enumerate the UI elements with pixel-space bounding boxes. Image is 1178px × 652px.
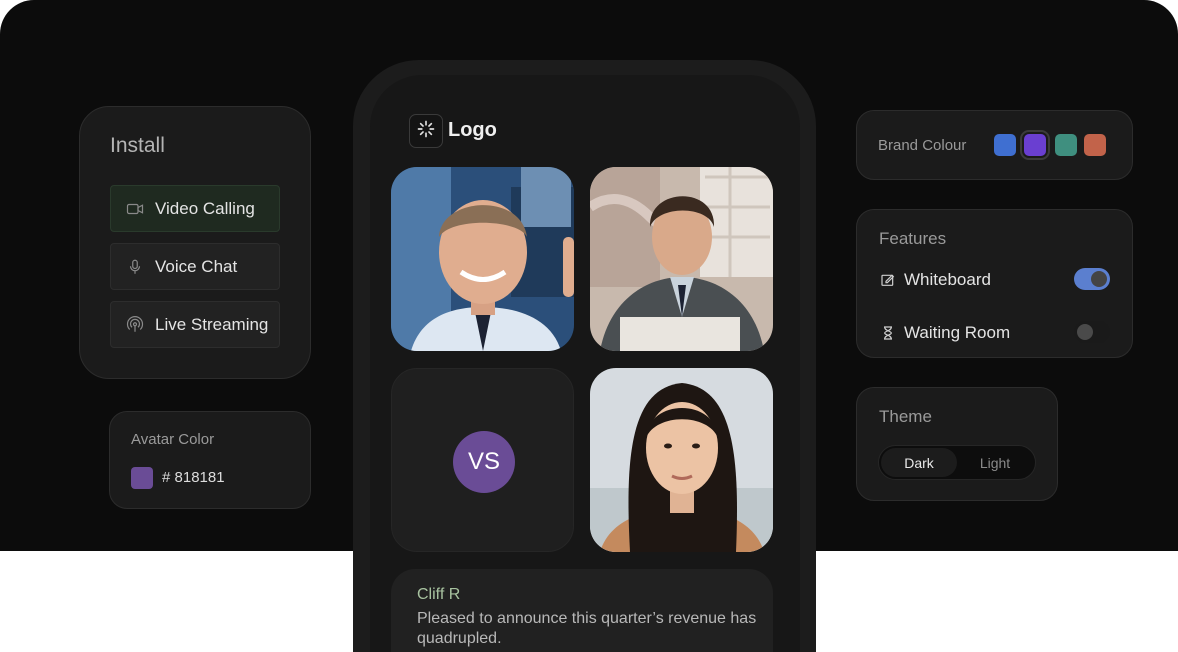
theme-title: Theme bbox=[879, 407, 932, 426]
spinner-icon bbox=[416, 119, 436, 144]
avatar-color-value: # 818181 bbox=[162, 469, 225, 486]
avatar-color-swatch[interactable] bbox=[131, 467, 153, 489]
install-voice-chat[interactable]: Voice Chat bbox=[110, 243, 280, 290]
features-card: Features Whiteboard Waiting Room bbox=[856, 209, 1133, 358]
install-title: Install bbox=[110, 134, 165, 157]
install-video-calling[interactable]: Video Calling bbox=[110, 185, 280, 232]
install-item-label: Voice Chat bbox=[155, 256, 238, 276]
hourglass-icon bbox=[880, 325, 896, 341]
brand-swatch-orange[interactable] bbox=[1084, 134, 1106, 156]
microphone-icon bbox=[125, 257, 145, 277]
feature-whiteboard: Whiteboard bbox=[880, 270, 991, 290]
participant-tile-avatar[interactable]: VS bbox=[391, 368, 574, 552]
participant-tile-video[interactable] bbox=[590, 167, 773, 351]
feature-label: Whiteboard bbox=[904, 270, 991, 289]
features-title: Features bbox=[879, 229, 947, 248]
broadcast-icon bbox=[125, 315, 145, 335]
theme-option-dark[interactable]: Dark bbox=[881, 448, 957, 477]
message-sender: Cliff R bbox=[417, 586, 461, 603]
avatar-color-title: Avatar Color bbox=[131, 431, 215, 448]
theme-option-light[interactable]: Light bbox=[957, 448, 1033, 477]
theme-card: Theme Dark Light bbox=[856, 387, 1058, 501]
logo-mark bbox=[409, 114, 443, 148]
participant-photo bbox=[590, 368, 773, 552]
message-text: Pleased to announce this quarter’s reven… bbox=[417, 610, 757, 647]
avatar-initials: VS bbox=[453, 431, 515, 493]
whiteboard-toggle[interactable] bbox=[1074, 268, 1110, 290]
brand-colour-title: Brand Colour bbox=[878, 137, 967, 154]
waiting-room-toggle[interactable] bbox=[1074, 321, 1110, 343]
participant-tile-video[interactable] bbox=[590, 368, 773, 552]
video-icon bbox=[125, 199, 145, 219]
feature-label: Waiting Room bbox=[904, 323, 1011, 342]
theme-segmented-control: Dark Light bbox=[878, 445, 1036, 480]
participant-photo bbox=[391, 167, 574, 351]
chat-message: Cliff R Pleased to announce this quarter… bbox=[391, 569, 773, 652]
whiteboard-icon bbox=[880, 272, 896, 288]
install-item-label: Video Calling bbox=[155, 198, 255, 218]
avatar-color-card: Avatar Color # 818181 bbox=[109, 411, 311, 509]
install-live-streaming[interactable]: Live Streaming bbox=[110, 301, 280, 348]
brand-swatch-purple[interactable] bbox=[1020, 130, 1050, 160]
brand-colour-card: Brand Colour bbox=[856, 110, 1133, 180]
feature-waiting-room: Waiting Room bbox=[880, 323, 1010, 343]
install-card: Install Video Calling Voice Chat Live St… bbox=[79, 106, 311, 379]
participant-tile-video[interactable] bbox=[391, 167, 574, 351]
participant-photo bbox=[590, 167, 773, 351]
phone-screen bbox=[370, 75, 800, 652]
brand-swatch-blue[interactable] bbox=[994, 134, 1016, 156]
install-item-label: Live Streaming bbox=[155, 314, 269, 334]
brand-swatch-teal[interactable] bbox=[1055, 134, 1077, 156]
logo-text: Logo bbox=[448, 119, 497, 141]
